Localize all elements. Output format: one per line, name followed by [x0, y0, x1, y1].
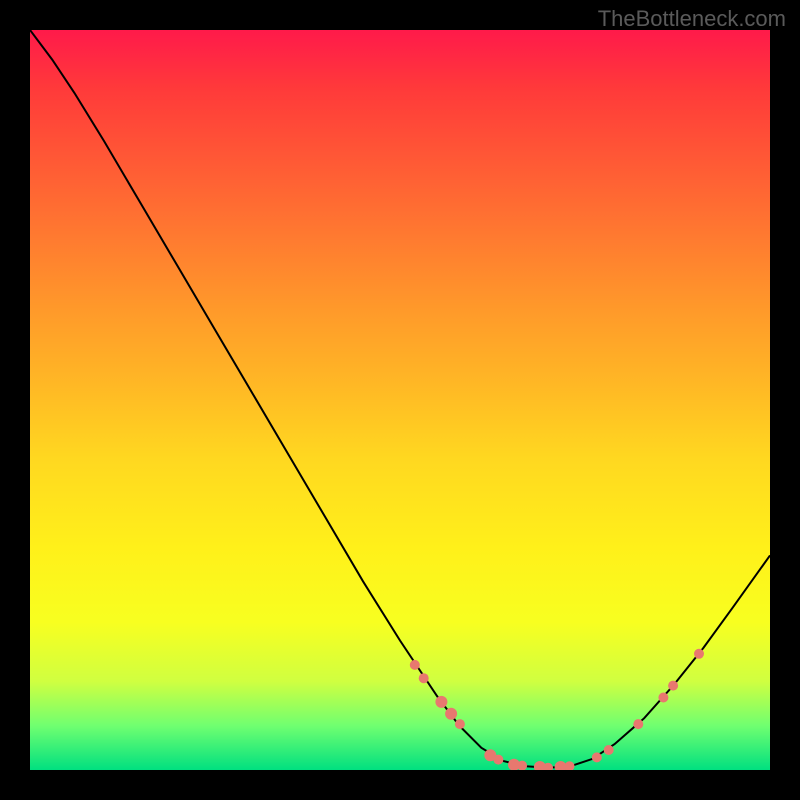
bottleneck-curve [30, 30, 770, 768]
data-markers [410, 649, 704, 770]
chart-plot-area [30, 30, 770, 770]
data-marker [658, 693, 668, 703]
data-marker [419, 673, 429, 683]
chart-svg [30, 30, 770, 770]
data-marker [633, 719, 643, 729]
data-marker [493, 755, 503, 765]
data-marker [435, 696, 447, 708]
data-marker [694, 649, 704, 659]
data-marker [445, 708, 457, 720]
data-marker [668, 681, 678, 691]
data-marker [592, 752, 602, 762]
data-marker [410, 660, 420, 670]
data-marker [565, 761, 575, 770]
watermark-text: TheBottleneck.com [598, 6, 786, 32]
data-marker [604, 745, 614, 755]
data-marker [455, 719, 465, 729]
